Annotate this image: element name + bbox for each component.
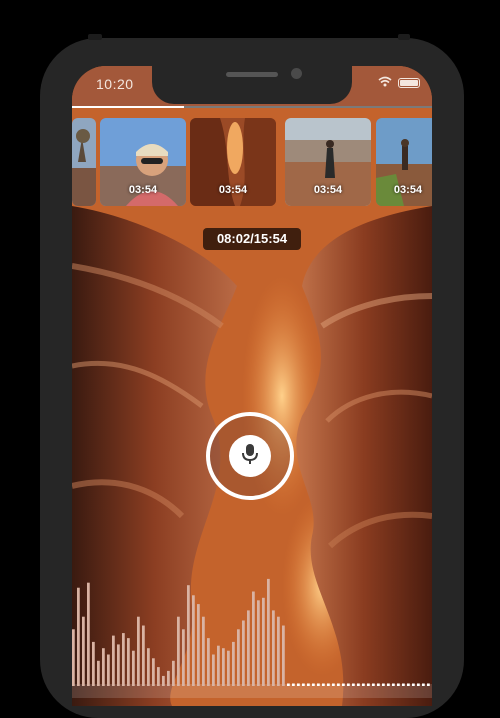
waveform-bar bbox=[287, 683, 290, 686]
waveform-bar bbox=[422, 683, 425, 686]
waveform-bar bbox=[397, 683, 400, 686]
waveform-bar bbox=[342, 683, 345, 686]
phone-speaker bbox=[226, 72, 278, 77]
waveform-bar bbox=[347, 683, 350, 686]
waveform-bar bbox=[332, 683, 335, 686]
waveform-bar bbox=[187, 585, 190, 686]
waveform-bar bbox=[262, 597, 265, 686]
status-icons bbox=[378, 76, 420, 90]
waveform-bar bbox=[277, 616, 280, 686]
waveform-bar bbox=[147, 648, 150, 686]
clip-thumbnail[interactable]: 03:54 bbox=[100, 118, 186, 206]
waveform-bar bbox=[192, 595, 195, 686]
phone-side-button-right bbox=[398, 34, 410, 40]
waveform-bar bbox=[412, 683, 415, 686]
waveform-bar bbox=[122, 633, 125, 686]
waveform-bar bbox=[367, 683, 370, 686]
waveform-bar bbox=[72, 629, 75, 686]
clip-duration: 03:54 bbox=[218, 184, 248, 196]
waveform-bar bbox=[177, 616, 180, 686]
status-time: 10:20 bbox=[96, 76, 134, 92]
clip-thumbnail[interactable]: 03:54 bbox=[285, 118, 371, 206]
waveform-bar bbox=[327, 683, 330, 686]
waveform-bar bbox=[247, 610, 250, 686]
waveform-bar bbox=[202, 616, 205, 686]
phone-notch bbox=[152, 62, 352, 104]
waveform-bar bbox=[357, 683, 360, 686]
waveform-bar bbox=[292, 683, 295, 686]
waveform-bar bbox=[232, 641, 235, 686]
waveform-bar bbox=[352, 683, 355, 686]
waveform-bar bbox=[137, 616, 140, 686]
waveform-bar bbox=[392, 683, 395, 686]
waveform-baseline bbox=[72, 684, 432, 698]
clip-duration: 03:54 bbox=[393, 184, 423, 196]
battery-icon bbox=[398, 78, 420, 88]
waveform-bar bbox=[362, 683, 365, 686]
waveform-bar bbox=[317, 683, 320, 686]
clip-thumbnail[interactable] bbox=[72, 118, 96, 206]
waveform-bar bbox=[212, 654, 215, 686]
waveform-bar bbox=[102, 648, 105, 686]
waveform-bar bbox=[167, 670, 170, 686]
waveform-bar bbox=[157, 667, 160, 686]
waveform-bar bbox=[107, 654, 110, 686]
wifi-icon bbox=[378, 74, 392, 92]
waveform-bar bbox=[222, 648, 225, 686]
microphone-button[interactable] bbox=[229, 435, 271, 477]
waveform-bar bbox=[337, 683, 340, 686]
waveform-bar bbox=[112, 635, 115, 686]
waveform-bar bbox=[297, 683, 300, 686]
phone-side-button-top bbox=[88, 34, 102, 40]
waveform-bar bbox=[377, 683, 380, 686]
waveform-bar bbox=[227, 650, 230, 686]
waveform-bar bbox=[127, 638, 130, 686]
waveform-bar bbox=[162, 675, 165, 686]
waveform-bar bbox=[197, 604, 200, 686]
waveform-bar bbox=[322, 683, 325, 686]
waveform-bar bbox=[97, 660, 100, 686]
waveform-bar bbox=[387, 683, 390, 686]
waveform-bar bbox=[237, 629, 240, 686]
recording-progress-fill bbox=[72, 106, 184, 108]
waveform-bar bbox=[117, 644, 120, 686]
waveform-bar bbox=[217, 645, 220, 686]
recording-progress-bar bbox=[72, 106, 432, 108]
waveform-bar bbox=[257, 600, 260, 686]
waveform-bar bbox=[307, 683, 310, 686]
waveform-bar bbox=[207, 638, 210, 686]
waveform-bar bbox=[252, 591, 255, 686]
clip-duration: 03:54 bbox=[313, 184, 343, 196]
waveform-bar bbox=[282, 625, 285, 686]
waveform-bar bbox=[87, 582, 90, 686]
waveform-bar bbox=[407, 683, 410, 686]
waveform-bar bbox=[182, 629, 185, 686]
waveform-bar bbox=[272, 610, 275, 686]
audio-waveform bbox=[72, 578, 430, 686]
waveform-bar bbox=[92, 641, 95, 686]
microphone-icon bbox=[242, 443, 258, 470]
waveform-bar bbox=[77, 587, 80, 686]
waveform-bar bbox=[417, 683, 420, 686]
waveform-bar bbox=[382, 683, 385, 686]
waveform-bar bbox=[267, 578, 270, 686]
waveform-bar bbox=[302, 683, 305, 686]
waveform-bar bbox=[427, 683, 430, 686]
waveform-bar bbox=[132, 650, 135, 686]
front-camera bbox=[291, 68, 302, 79]
clip-thumbnail[interactable]: 03:54 bbox=[376, 118, 432, 206]
waveform-bar bbox=[172, 660, 175, 686]
clip-thumbnail[interactable]: 03:54 bbox=[190, 118, 276, 206]
waveform-bar bbox=[242, 620, 245, 686]
waveform-bar bbox=[312, 683, 315, 686]
waveform-bar bbox=[82, 616, 85, 686]
waveform-bar bbox=[152, 658, 155, 686]
recording-timecode: 08:02/15:54 bbox=[203, 228, 301, 250]
waveform-bar bbox=[372, 683, 375, 686]
clip-duration: 03:54 bbox=[128, 184, 158, 196]
waveform-bar bbox=[402, 683, 405, 686]
waveform-bar bbox=[142, 625, 145, 686]
